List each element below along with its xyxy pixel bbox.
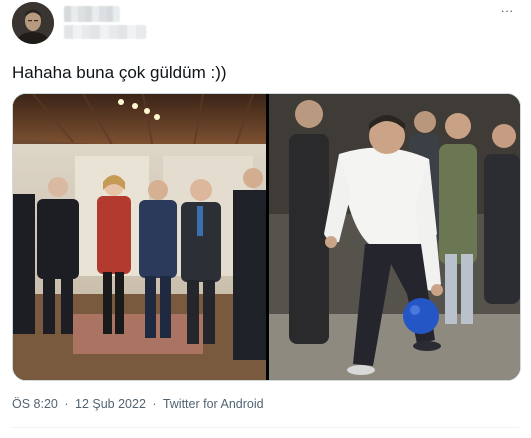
tweet-photo-1[interactable] bbox=[13, 94, 266, 380]
username-redacted bbox=[64, 25, 146, 39]
avatar[interactable] bbox=[12, 2, 54, 44]
display-name-redacted bbox=[64, 6, 120, 22]
tweet-photo-2[interactable] bbox=[269, 94, 520, 380]
more-options-icon[interactable]: ··· bbox=[497, 4, 517, 18]
meta-separator: · bbox=[64, 397, 69, 411]
tweet-text: Hahaha buna çok güldüm :)) bbox=[12, 63, 227, 82]
tweet-time[interactable]: ÖS 8:20 bbox=[12, 397, 58, 411]
tweet-metadata: ÖS 8:20 · 12 Şub 2022 · Twitter for Andr… bbox=[12, 396, 264, 412]
user-identity[interactable] bbox=[64, 6, 146, 40]
tweet-client[interactable]: Twitter for Android bbox=[163, 397, 264, 411]
tweet-date[interactable]: 12 Şub 2022 bbox=[75, 397, 146, 411]
tweet-media[interactable] bbox=[12, 93, 521, 381]
meta-separator: · bbox=[152, 397, 157, 411]
divider bbox=[12, 427, 519, 428]
